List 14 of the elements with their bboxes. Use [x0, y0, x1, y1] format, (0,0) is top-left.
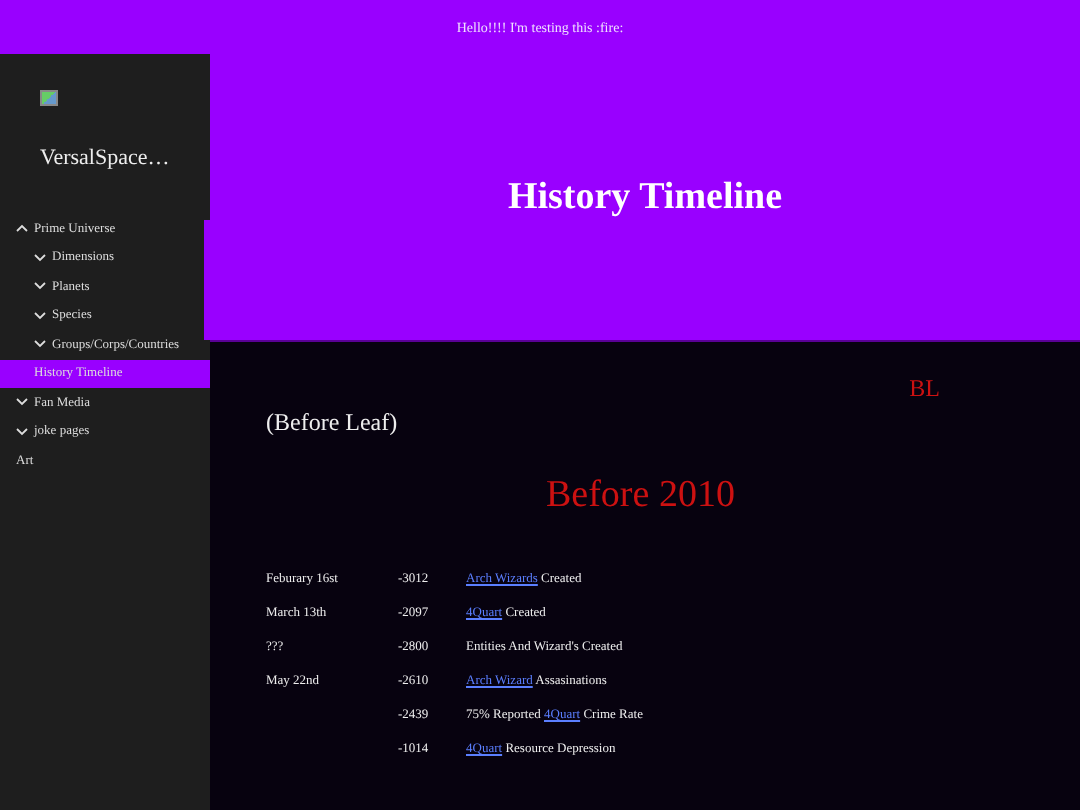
chevron-down-icon[interactable] — [34, 253, 46, 262]
chevron-down-icon[interactable] — [34, 282, 46, 291]
page-title: History Timeline — [507, 175, 783, 219]
site-name[interactable]: VersalSpace… — [40, 146, 210, 170]
chevron-down-icon[interactable] — [16, 398, 28, 407]
chevron-down-icon[interactable] — [34, 311, 46, 320]
chevron-up-icon[interactable] — [16, 224, 28, 233]
chevron-down-icon[interactable] — [16, 427, 28, 436]
era-name: (Before Leaf) — [266, 408, 400, 438]
section-title: Before 2010 — [546, 474, 737, 518]
era-code: BL — [909, 374, 940, 404]
chevron-down-icon[interactable] — [34, 340, 46, 349]
broken-image-icon — [40, 90, 58, 106]
scrollbar-thumb[interactable] — [204, 220, 210, 340]
